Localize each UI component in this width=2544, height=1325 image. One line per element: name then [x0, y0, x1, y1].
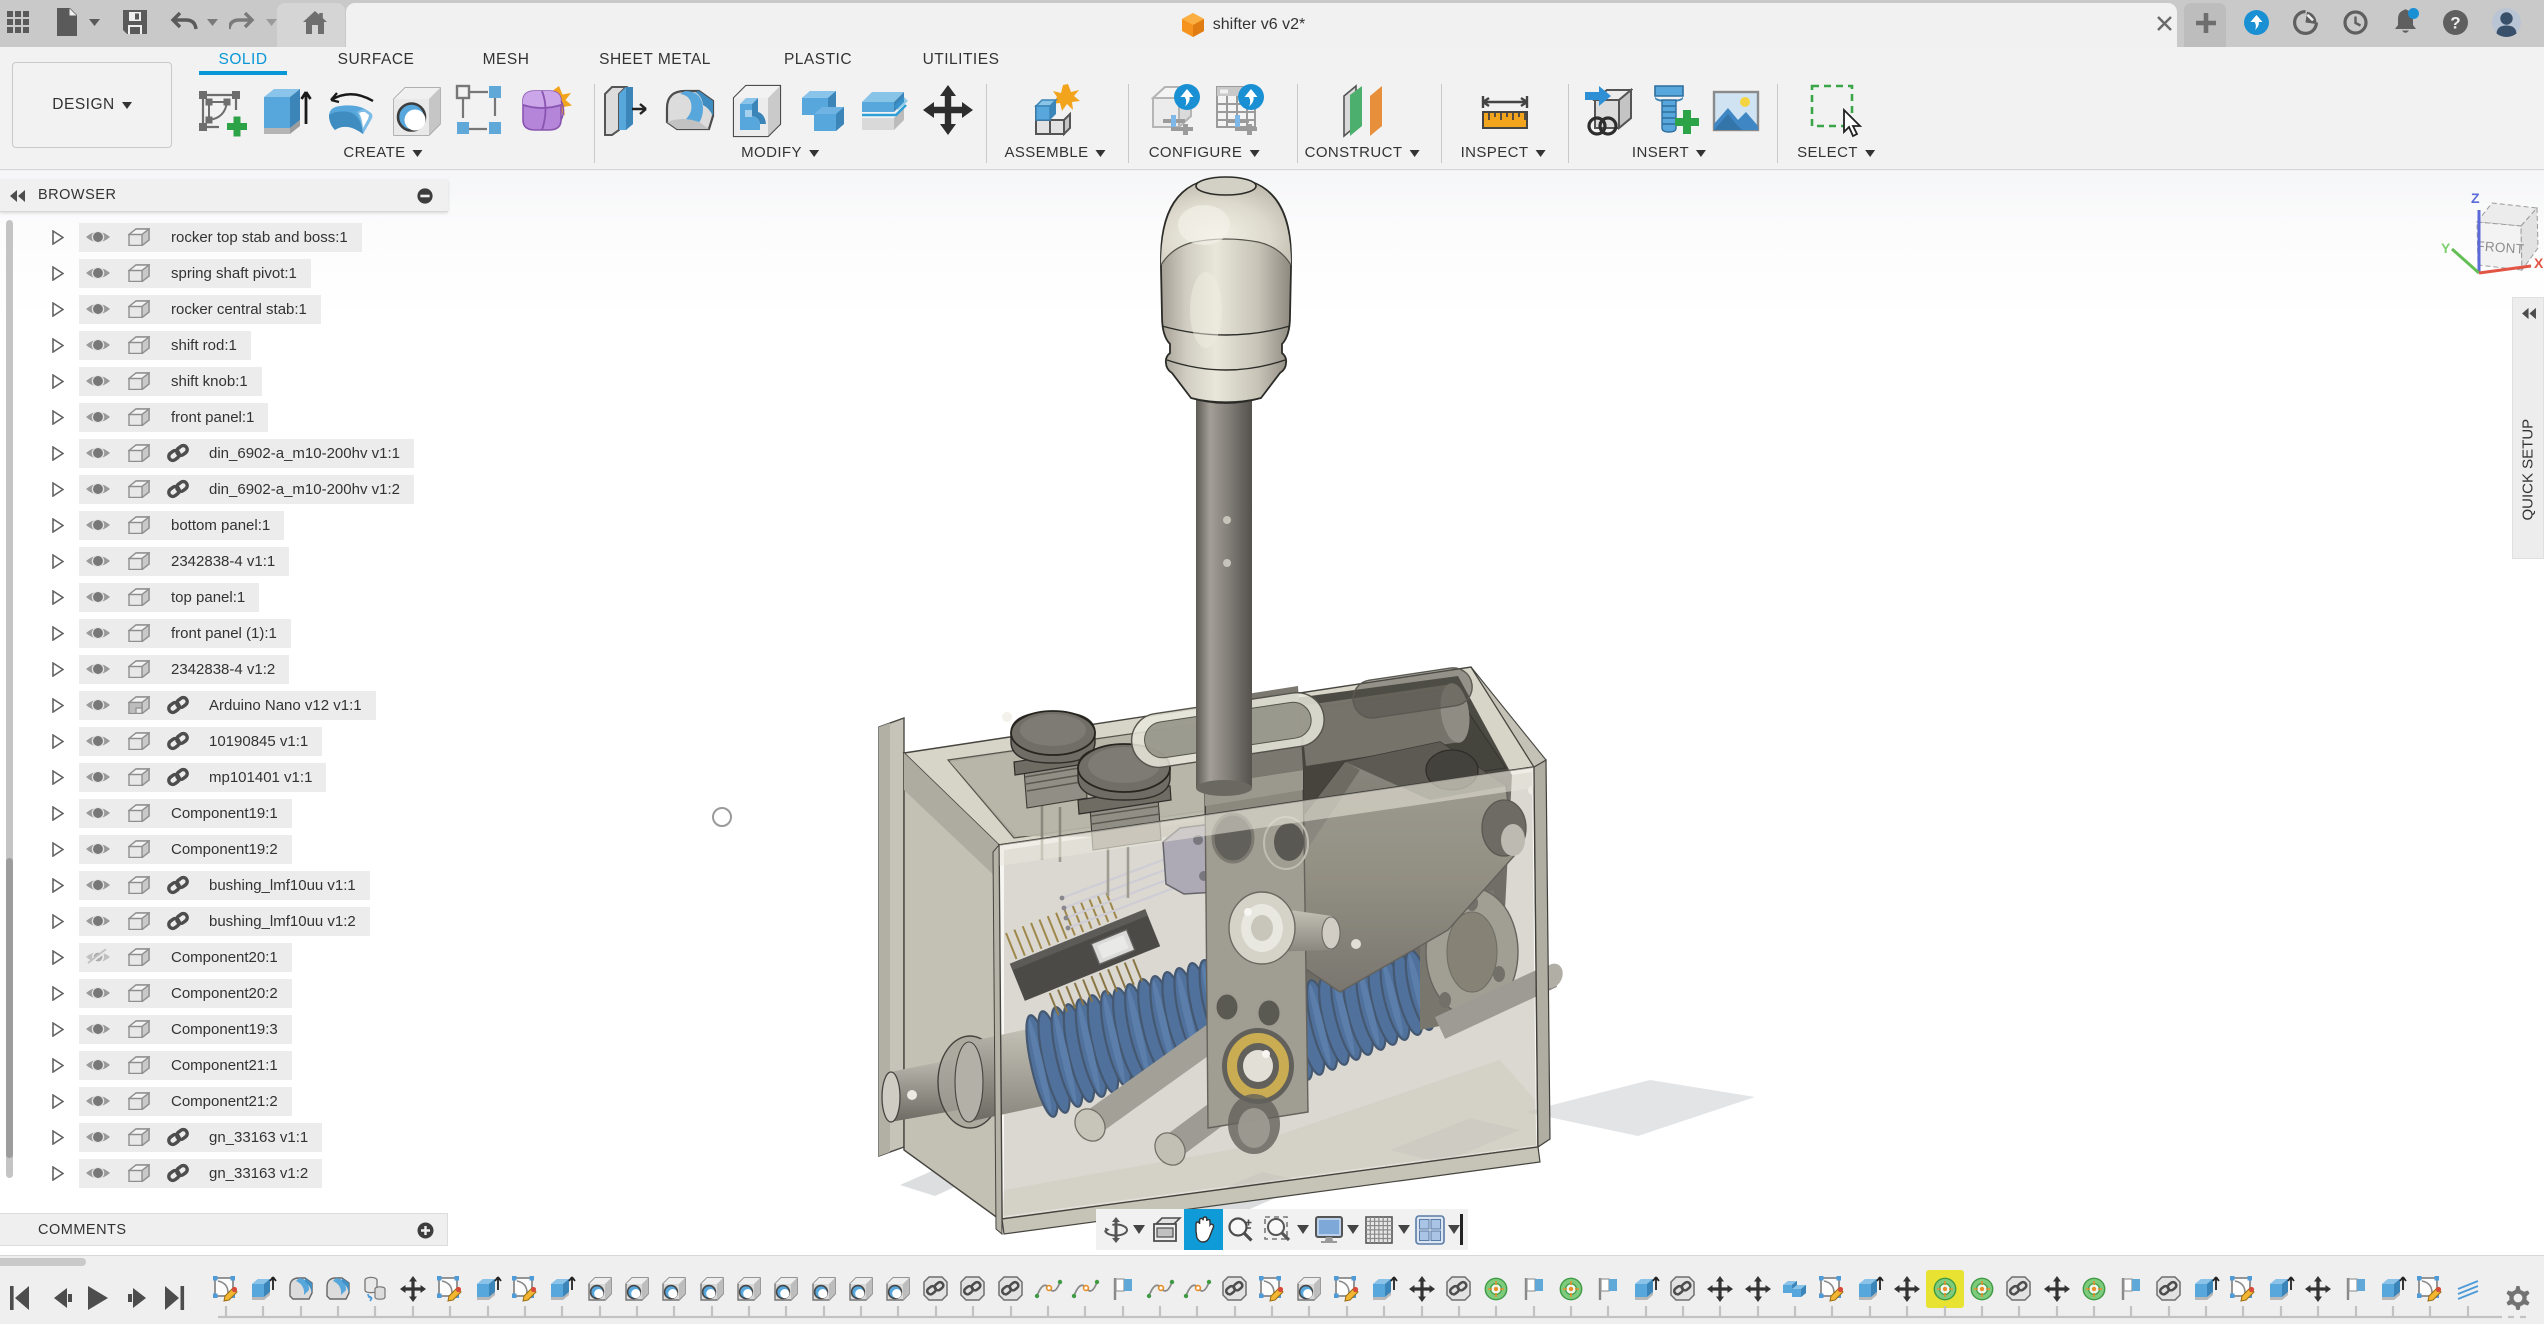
svg-text:X: X	[2534, 255, 2544, 271]
svg-text:Y: Y	[2441, 240, 2451, 256]
svg-text:?: ?	[2450, 13, 2460, 32]
svg-text:Z: Z	[2471, 190, 2480, 206]
